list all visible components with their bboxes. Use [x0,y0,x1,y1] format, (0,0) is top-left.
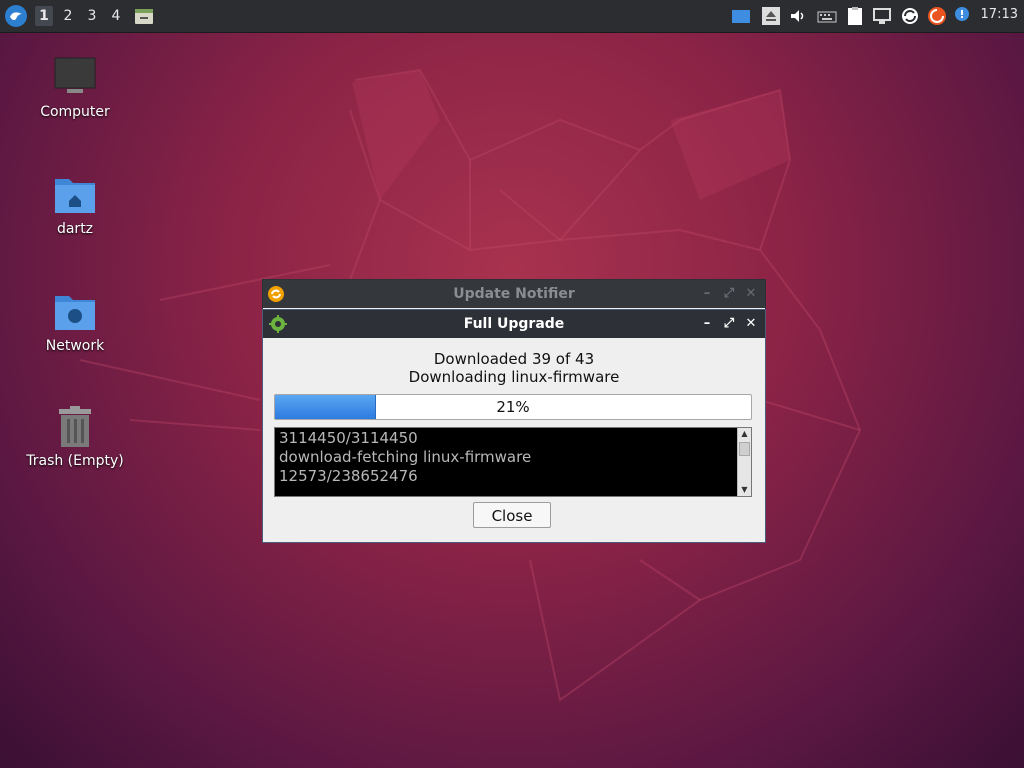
network-icon[interactable] [872,6,892,26]
sync-icon[interactable] [900,6,920,26]
monitor-icon [53,56,97,100]
close-button[interactable]: Close [473,502,551,528]
taskbar-window-icon[interactable] [134,6,154,26]
progress-label: 21% [496,398,530,416]
maximize-icon[interactable]: ⤢ [721,286,737,302]
workspace-1[interactable]: 1 [35,6,53,26]
desktop-icon-trash[interactable]: Trash (Empty) [20,405,130,469]
clock[interactable]: 17:13 [981,7,1018,22]
workspace-3[interactable]: 3 [83,6,101,26]
log-line: 12573/238652476 [279,467,418,485]
keyboard-icon[interactable] [817,6,837,26]
update-notifier-title: Update Notifier [453,286,575,302]
network-folder-icon [53,290,97,334]
minimize-icon[interactable]: – [699,286,715,302]
clipboard-icon[interactable] [845,6,865,26]
log-line: 3114450/3114450 [279,429,418,447]
ubuntu-update-icon[interactable] [927,6,947,26]
top-panel: 1 2 3 4 17:13 [0,0,1024,32]
close-icon[interactable]: ✕ [743,286,759,302]
workspace-2[interactable]: 2 [59,6,77,26]
desktop-icon-dartz[interactable]: dartz [20,173,130,237]
download-package-text: Downloading linux-firmware [408,368,620,386]
scroll-up-icon[interactable]: ▲ [738,428,751,440]
trash-icon [53,405,97,449]
workspace-4[interactable]: 4 [107,6,125,26]
desktop-icon-label: Trash (Empty) [26,453,124,469]
download-count-text: Downloaded 39 of 43 [433,350,595,368]
log-line: download-fetching linux-firmware [279,448,532,466]
desktop-icon-label: Computer [40,104,110,120]
gear-icon [269,315,287,333]
home-folder-icon [53,173,97,217]
full-upgrade-titlebar[interactable]: Full Upgrade – ⤢ ✕ [263,310,765,338]
scroll-down-icon[interactable]: ▼ [738,484,751,496]
scroll-thumb[interactable] [739,442,750,456]
app-menu-icon[interactable] [4,4,28,28]
notification-icon[interactable] [953,6,973,26]
minimize-icon[interactable]: – [699,316,715,332]
close-icon[interactable]: ✕ [743,316,759,332]
desktop-icon-label: Network [45,338,105,354]
desktop-icon-network[interactable]: Network [20,290,130,354]
log-scrollbar[interactable]: ▲ ▼ [737,428,751,496]
full-upgrade-title: Full Upgrade [463,316,565,332]
update-notifier-window: Update Notifier – ⤢ ✕ [262,279,766,311]
full-upgrade-window: Full Upgrade – ⤢ ✕ Downloaded 39 of 43 D… [262,309,766,543]
log-output[interactable]: 3114450/3114450 download-fetching linux-… [274,427,752,497]
volume-icon[interactable] [788,6,808,26]
update-notifier-app-icon [267,285,285,303]
update-notifier-titlebar[interactable]: Update Notifier – ⤢ ✕ [263,280,765,308]
desktop-icon-label: dartz [56,221,94,237]
blue-window-icon[interactable] [731,6,751,26]
desktop-icon-computer[interactable]: Computer [20,56,130,120]
progress-bar: 21% [274,394,752,420]
eject-icon[interactable] [761,6,781,26]
maximize-icon[interactable]: ⤢ [721,316,737,332]
